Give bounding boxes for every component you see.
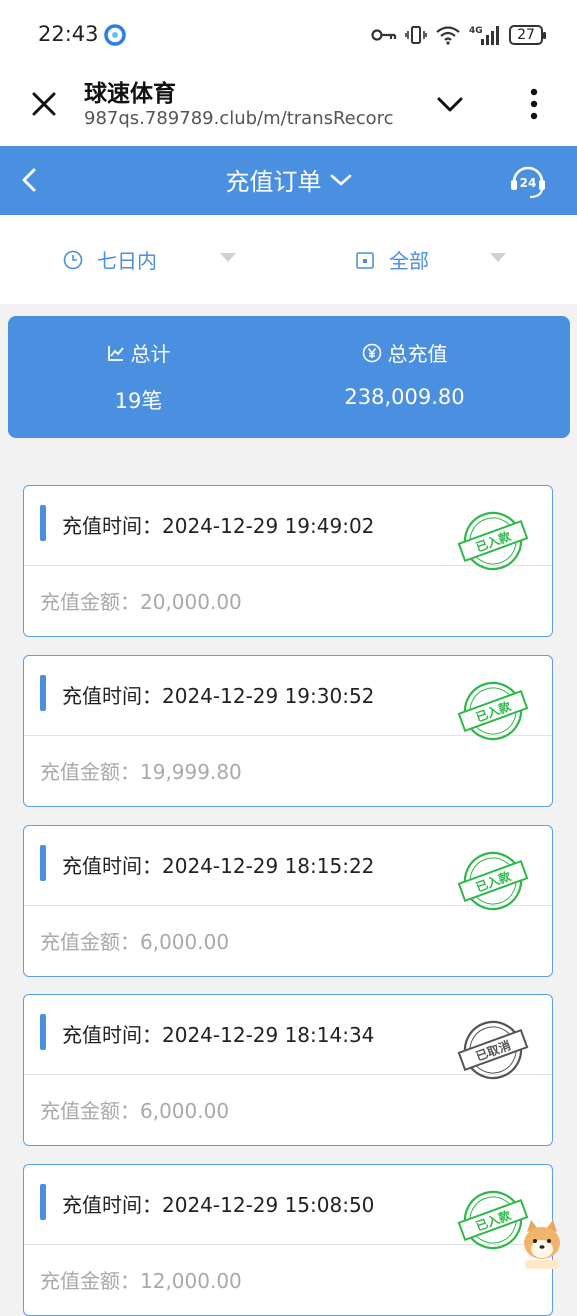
calendar-icon [356, 251, 374, 269]
status-icons: 4G 27 [371, 22, 546, 48]
record-time: 充值时间：2024-12-29 18:14:34 [62, 1023, 375, 1047]
summary-amount: 总充值 238,009.80 [264, 338, 545, 409]
vpn-key-icon [371, 29, 397, 41]
record-amount: 充值金额：19,999.80 [40, 760, 242, 784]
record-amount: 充值金额：6,000.00 [40, 1099, 230, 1123]
close-icon[interactable] [28, 88, 60, 120]
record-accent-bar [40, 675, 46, 711]
signal-4g-icon: 4G [469, 26, 499, 45]
battery-indicator: 27 [509, 25, 546, 45]
record-accent-bar [40, 505, 46, 541]
record-amount: 充值金额：6,000.00 [40, 930, 230, 954]
record-card[interactable]: 充值时间：2024-12-29 19:49:02 充值金额：20,000.00 … [23, 485, 553, 637]
summary-card: 总计 19笔 总充值 238,009.80 [8, 316, 570, 438]
record-card[interactable]: 充值时间：2024-12-29 19:30:52 充值金额：19,999.80 … [23, 655, 553, 807]
summary-total-value: 19笔 [114, 389, 163, 413]
summary-total: 总计 19笔 [0, 338, 279, 415]
chart-line-icon [107, 345, 124, 361]
clock-icon [63, 250, 83, 269]
status-stamp-icon: 已入款 [457, 511, 529, 571]
summary-amount-value: 238,009.80 [344, 385, 465, 409]
page-title[interactable]: 充值订单 [0, 162, 577, 197]
page-title-text: 充值订单 [225, 168, 322, 196]
shiba-dog-mascot-icon[interactable] [519, 1218, 565, 1270]
status-time: 22:43 [38, 22, 99, 46]
record-time: 充值时间：2024-12-29 19:30:52 [62, 684, 375, 708]
date-range-filter[interactable]: 七日内 [63, 245, 157, 274]
status-stamp-icon: 已取消 [457, 1020, 529, 1080]
status-bar: 22:43 4G 27 [0, 0, 577, 68]
status-stamp-icon: 已入款 [457, 851, 529, 911]
date-range-label: 七日内 [97, 249, 157, 273]
yen-coin-icon [362, 343, 381, 362]
nav-bar: 充值订单 24 [0, 146, 577, 215]
summary-total-label: 总计 [130, 342, 171, 366]
browser-app-icon [104, 24, 126, 46]
browser-url[interactable]: 987qs.789789.club/m/transRecorc [84, 108, 406, 129]
browser-bar: 球速体育 987qs.789789.club/m/transRecorc [0, 68, 577, 146]
record-card[interactable]: 充值时间：2024-12-29 15:08:50 充值金额：12,000.00 … [23, 1164, 553, 1316]
record-amount: 充值金额：20,000.00 [40, 590, 242, 614]
record-accent-bar [40, 1014, 46, 1050]
date-filter-caret-icon[interactable] [220, 253, 236, 262]
record-time: 充值时间：2024-12-29 19:49:02 [62, 514, 375, 538]
svg-text:4G: 4G [469, 26, 483, 36]
record-accent-bar [40, 1184, 46, 1220]
record-time: 充值时间：2024-12-29 15:08:50 [62, 1193, 375, 1217]
type-filter-caret-icon[interactable] [490, 253, 506, 262]
wifi-icon [436, 26, 460, 45]
record-card[interactable]: 充值时间：2024-12-29 18:14:34 充值金额：6,000.00 已… [23, 994, 553, 1146]
filter-bar: 七日内 全部 [0, 215, 577, 304]
chevron-down-icon [330, 174, 351, 185]
status-stamp-icon: 已入款 [457, 681, 529, 741]
more-menu-icon[interactable] [520, 84, 548, 124]
customer-support-icon[interactable]: 24 [508, 162, 548, 200]
record-card[interactable]: 充值时间：2024-12-29 18:15:22 充值金额：6,000.00 已… [23, 825, 553, 977]
summary-amount-label: 总充值 [387, 342, 448, 366]
record-accent-bar [40, 845, 46, 881]
type-filter-label: 全部 [389, 249, 429, 273]
chevron-down-icon[interactable] [434, 90, 466, 120]
vibrate-icon [405, 26, 427, 44]
record-time: 充值时间：2024-12-29 18:15:22 [62, 854, 375, 878]
browser-page-title: 球速体育 [84, 81, 176, 107]
support-badge: 24 [520, 176, 537, 190]
type-filter[interactable]: 全部 [355, 245, 429, 274]
